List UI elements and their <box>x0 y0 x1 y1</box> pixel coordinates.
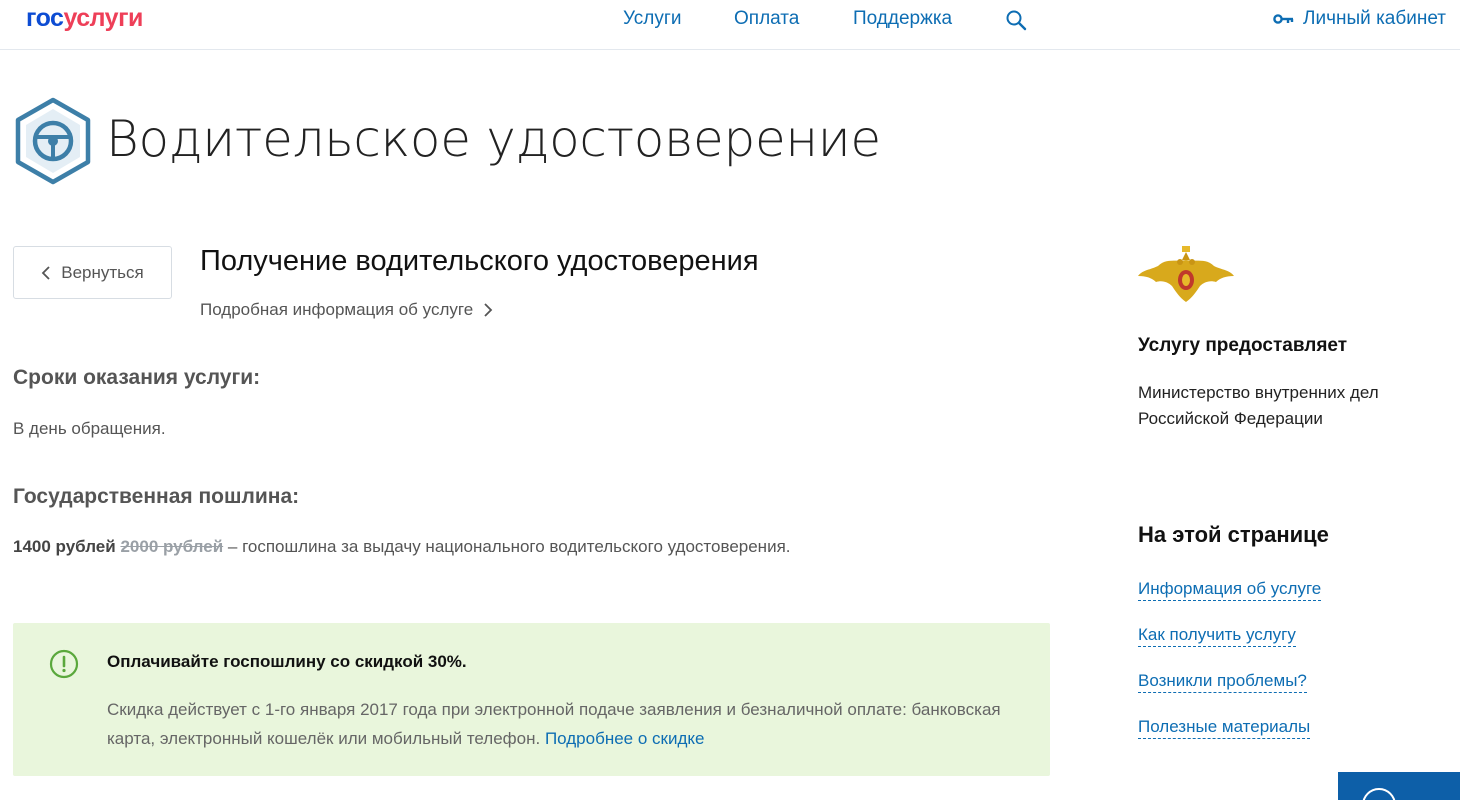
provider-name-line1: Министерство внутренних дел <box>1138 383 1379 402</box>
fee-old-price: 2000 рублей <box>120 537 224 556</box>
chevron-right-icon <box>484 303 493 317</box>
gosuslugi-logo[interactable]: госуслуги <box>26 4 143 33</box>
personal-cabinet-link[interactable]: Личный кабинет <box>1273 8 1446 30</box>
anchor-how-to-get[interactable]: Как получить услугу <box>1138 624 1296 647</box>
banner-title: Оплачивайте госпошлину со скидкой 30%. <box>107 652 467 671</box>
discount-banner: Оплачивайте госпошлину со скидкой 30%. С… <box>13 623 1050 776</box>
key-icon <box>1273 14 1294 24</box>
fee-price: 1400 рублей <box>13 537 116 556</box>
double-headed-eagle-emblem <box>1138 246 1234 302</box>
personal-cabinet-label: Личный кабинет <box>1303 8 1446 29</box>
service-details-link[interactable]: Подробная информация об услуге <box>200 300 493 320</box>
search-icon[interactable] <box>1004 8 1028 32</box>
nav-payment[interactable]: Оплата <box>734 8 799 30</box>
nav-support[interactable]: Поддержка <box>853 8 952 30</box>
terms-heading: Сроки оказания услуги: <box>13 366 261 389</box>
logo-part-gos: гос <box>26 4 64 32</box>
back-button[interactable]: Вернуться <box>13 246 172 299</box>
terms-text: В день обращения. <box>13 419 166 438</box>
on-this-page-heading: На этой странице <box>1138 522 1329 547</box>
top-navigation-bar: госуслуги Услуги Оплата Поддержка Личный… <box>0 0 1460 50</box>
nav-services[interactable]: Услуги <box>623 8 681 30</box>
banner-text: Скидка действует с 1-го января 2017 года… <box>107 695 1027 753</box>
page-title: Водительское удостоверение <box>106 110 881 168</box>
fee-description: – госпошлина за выдачу национального вод… <box>223 537 791 556</box>
logo-part-uslugi: услуги <box>63 4 143 32</box>
provider-heading: Услугу предоставляет <box>1138 335 1348 356</box>
service-title: Получение водительского удостоверения <box>200 245 759 277</box>
chevron-left-icon <box>41 265 50 280</box>
provider-name-line2: Российской Федерации <box>1138 409 1323 428</box>
provider-name: Министерство внутренних дел Российской Ф… <box>1138 380 1438 432</box>
fee-text: 1400 рублей 2000 рублей – госпошлина за … <box>13 537 791 557</box>
back-button-label: Вернуться <box>61 262 144 282</box>
anchor-useful-materials[interactable]: Полезные материалы <box>1138 716 1311 739</box>
anchor-problems[interactable]: Возникли проблемы? <box>1138 670 1307 693</box>
steering-wheel-icon <box>15 97 91 185</box>
fee-heading: Государственная пошлина: <box>13 485 300 508</box>
service-details-label: Подробная информация об услуге <box>200 300 474 319</box>
help-widget-icon <box>1362 788 1396 800</box>
anchor-service-info[interactable]: Информация об услуге <box>1138 578 1322 601</box>
discount-details-link[interactable]: Подробнее о скидке <box>545 729 705 748</box>
exclamation-circle-icon <box>49 649 79 679</box>
floating-help-widget[interactable] <box>1338 772 1460 800</box>
